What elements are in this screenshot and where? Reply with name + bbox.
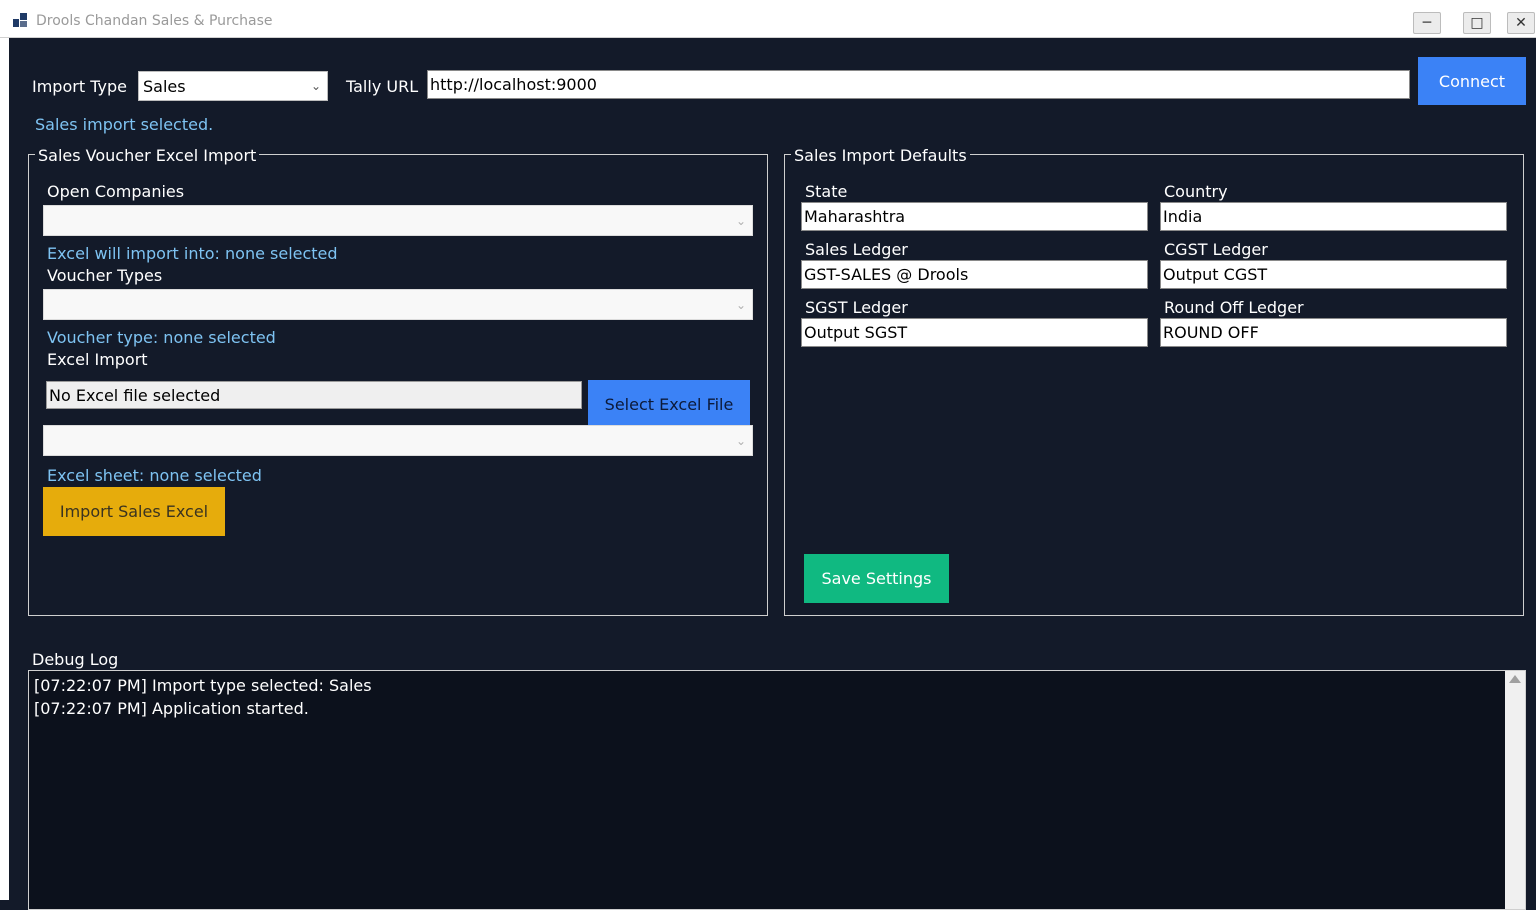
right-group-title: Sales Import Defaults [791,146,970,165]
state-label: State [805,182,848,201]
sheet-status: Excel sheet: none selected [47,466,262,485]
state-input[interactable]: Maharashtra [801,202,1148,231]
log-line: [07:22:07 PM] Import type selected: Sale… [34,676,372,695]
chevron-down-icon: ⌄ [735,297,746,312]
chevron-down-icon: ⌄ [735,213,746,228]
excel-sheet-select[interactable]: ⌄ [43,425,753,456]
save-settings-button[interactable]: Save Settings [804,554,949,603]
tally-url-input[interactable]: http://localhost:9000 [427,70,1410,99]
chevron-down-icon: ⌄ [310,79,321,93]
log-line: [07:22:07 PM] Application started. [34,699,309,718]
debug-log-label: Debug Log [32,650,119,669]
companies-status: Excel will import into: none selected [47,244,338,263]
voucher-types-label: Voucher Types [47,266,163,285]
excel-import-label: Excel Import [47,350,148,369]
connect-button[interactable]: Connect [1418,57,1526,105]
cgst-ledger-label: CGST Ledger [1164,240,1268,259]
minimize-button[interactable]: ─ [1413,12,1441,34]
import-type-label: Import Type [32,77,127,96]
title-bar: Drools Chandan Sales & Purchase ─ □ ✕ [0,0,1536,38]
country-label: Country [1164,182,1228,201]
close-button[interactable]: ✕ [1507,12,1535,34]
window-frame [0,38,9,900]
vertical-scrollbar[interactable] [1505,671,1525,909]
import-type-select[interactable]: Sales ⌄ [138,71,328,101]
round-off-ledger-label: Round Off Ledger [1164,298,1304,317]
round-off-ledger-input[interactable]: ROUND OFF [1160,318,1507,347]
chevron-down-icon: ⌄ [735,433,746,448]
voucher-status: Voucher type: none selected [47,328,276,347]
cgst-ledger-input[interactable]: Output CGST [1160,260,1507,289]
window-title: Drools Chandan Sales & Purchase [36,13,273,29]
import-sales-excel-button[interactable]: Import Sales Excel [43,487,225,536]
sgst-ledger-label: SGST Ledger [805,298,908,317]
sales-ledger-input[interactable]: GST-SALES @ Drools [801,260,1148,289]
maximize-button[interactable]: □ [1463,12,1491,34]
debug-log-textarea[interactable]: [07:22:07 PM] Import type selected: Sale… [28,670,1526,910]
open-companies-select[interactable]: ⌄ [43,205,753,236]
open-companies-label: Open Companies [47,182,185,201]
sales-ledger-label: Sales Ledger [805,240,908,259]
tally-url-label: Tally URL [346,77,419,96]
app-icon [13,13,27,27]
voucher-types-select[interactable]: ⌄ [43,289,753,320]
excel-file-path-field[interactable]: No Excel file selected [46,381,582,409]
sgst-ledger-input[interactable]: Output SGST [801,318,1148,347]
scroll-up-arrow-icon[interactable] [1509,675,1521,683]
left-group-title: Sales Voucher Excel Import [35,146,260,165]
import-type-value: Sales [143,76,186,96]
select-excel-file-button[interactable]: Select Excel File [588,380,750,429]
import-status: Sales import selected. [35,115,214,134]
country-input[interactable]: India [1160,202,1507,231]
